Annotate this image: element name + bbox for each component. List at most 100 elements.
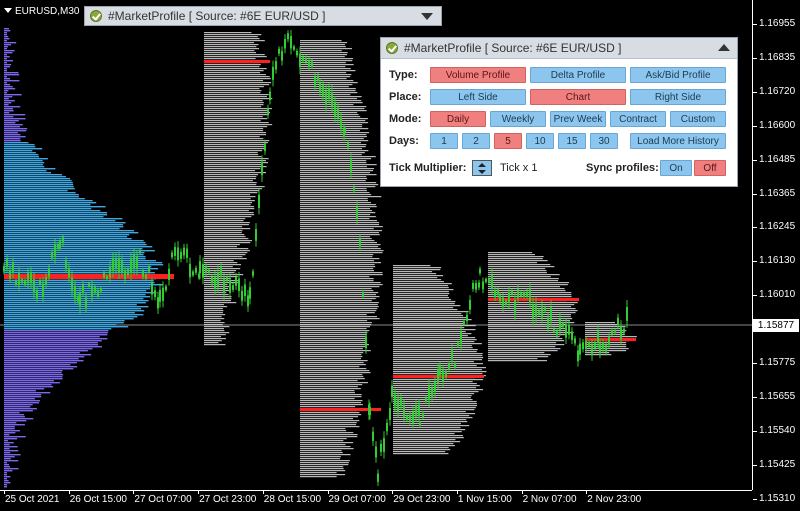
arrow-down-icon[interactable] [478,170,486,174]
mode-contract-button[interactable]: Contract [610,111,666,127]
profile-bar [4,84,11,86]
mode-custom-button[interactable]: Custom [670,111,726,127]
mode-daily-button[interactable]: Daily [430,111,486,127]
profile-bar [204,296,232,298]
profile-bar [4,210,101,212]
profile-bar [204,36,258,38]
days-1-button[interactable]: 1 [430,133,458,149]
profile-bar [4,166,45,168]
profile-bar [204,100,263,102]
collapse-icon[interactable] [718,44,730,51]
days-5-button[interactable]: 5 [494,133,522,149]
profile-bar [300,184,379,186]
price-axis: 1.16955 1.16835 1.16720 1.16600 1.16485 1.163… [752,0,800,504]
candle-body [314,77,316,86]
profile-bar [4,162,45,164]
profile-bar [4,122,16,124]
mode-prev-week-button[interactable]: Prev Week [550,111,606,127]
profile-bar [300,354,362,356]
profile-bar [488,350,558,352]
candle-body [337,107,339,119]
candle-body [375,446,377,458]
profile-bar [4,324,117,326]
profile-bar [204,332,230,334]
days-15-button[interactable]: 15 [558,133,586,149]
chevron-down-icon[interactable] [421,13,433,20]
profile-bar [300,82,358,84]
profile-bar [393,297,450,299]
profile-bar [4,264,164,266]
candle-body [278,48,280,54]
place-left-side-button[interactable]: Left Side [430,89,526,105]
profile-bar [393,403,477,405]
profile-bar [4,392,51,394]
profile-bar [300,46,346,48]
days-30-button[interactable]: 30 [590,133,618,149]
indicator-title-bar[interactable]: #MarketProfile [ Source: #6E EUR/USD ] [84,6,442,26]
days-label: Days: [389,135,419,147]
profile-bar [300,160,367,162]
profile-bar [4,412,20,414]
chevron-down-icon[interactable] [4,8,12,13]
profile-bar [300,54,348,56]
profile-bar [204,78,271,80]
profile-bar [300,338,366,340]
profile-bar [4,214,108,216]
profile-bar [300,176,367,178]
profile-bar [393,335,468,337]
load-more-history-button[interactable]: Load More History [630,133,726,149]
profile-bar [488,308,576,310]
profile-bar [204,232,242,234]
profile-bar [300,364,366,366]
profile-bar [300,280,374,282]
profile-bar [300,432,354,434]
profile-bar [204,86,264,88]
profile-bar [4,410,33,412]
profile-bar [204,204,251,206]
candle-body [532,304,534,319]
days-10-button[interactable]: 10 [526,133,554,149]
sync-on-button[interactable]: On [660,160,692,176]
candle-body [183,247,185,256]
profile-bar [393,349,478,351]
profile-bar [204,310,224,312]
mode-weekly-button[interactable]: Weekly [490,111,546,127]
candle-body [48,268,50,277]
profile-bar [4,328,112,330]
type-delta-profile-button[interactable]: Delta Profile [530,67,626,83]
place-chart-button[interactable]: Chart [530,89,626,105]
profile-bar [300,42,348,44]
candle-body [369,406,371,416]
profile-bar [4,398,35,400]
profile-bar [4,114,26,116]
profile-bar [488,346,556,348]
profile-bar [300,166,367,168]
candle-body [511,290,513,295]
profile-bar [4,344,99,346]
type-volume-profile-button[interactable]: Volume Profile [430,67,526,83]
candle-body [154,290,156,297]
profile-bar [393,299,452,301]
days-2-button[interactable]: 2 [462,133,490,149]
type-ask-bid-profile-button[interactable]: Ask/Bid Profile [630,67,726,83]
symbol-label[interactable]: EURUSD,M30 [4,6,79,17]
profile-bar [4,96,13,98]
profile-bar [300,214,371,216]
arrow-up-icon[interactable] [478,163,486,167]
tick-multiplier-stepper[interactable] [472,160,492,176]
sync-off-button[interactable]: Off [694,160,726,176]
profile-bar [300,456,341,458]
profile-bar [300,430,347,432]
profile-bar [488,326,565,328]
candle-body [241,290,243,301]
profile-bar [204,280,238,282]
place-right-side-button[interactable]: Right Side [630,89,726,105]
profile-bar [300,194,372,196]
profile-bar [4,92,7,94]
candle-body [255,229,257,241]
profile-bar [300,340,366,342]
profile-bar [4,172,52,174]
profile-bar [300,398,355,400]
profile-bar [4,394,42,396]
profile-bar [204,166,267,168]
